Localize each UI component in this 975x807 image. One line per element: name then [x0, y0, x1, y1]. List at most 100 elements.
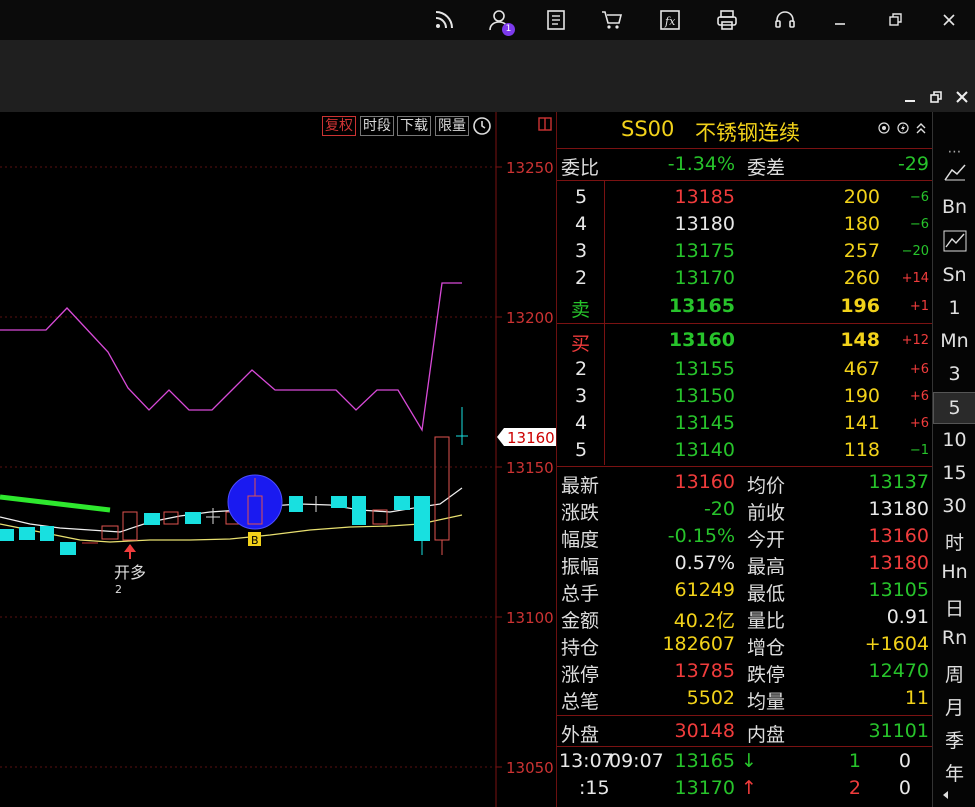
price-tick: 13100 [496, 609, 554, 627]
user-icon[interactable]: 1 [485, 6, 515, 36]
price-tick: 13150 [496, 459, 554, 477]
stat-value: -0.15% [667, 525, 735, 547]
buy-price: 13145 [674, 412, 735, 434]
line-chart-icon[interactable] [943, 162, 967, 182]
stat-label: 前收 [747, 502, 786, 524]
period-month[interactable]: 月 [933, 693, 975, 720]
buy-marker[interactable]: B [248, 532, 261, 547]
kline-chart[interactable]: 复权 时段 下载 限量 13250 13200 13150 13100 1305… [0, 112, 556, 807]
cart-icon[interactable] [598, 6, 626, 34]
period-Bn[interactable]: Bn [933, 196, 975, 218]
sell-change: +1 [909, 299, 929, 314]
stat-label: 涨跌 [561, 502, 600, 524]
period-15[interactable]: 15 [933, 462, 975, 484]
candle [101, 525, 119, 540]
stat-label: 金额 [561, 610, 600, 632]
period-year[interactable]: 年 [933, 759, 975, 786]
period-Mn[interactable]: Mn [933, 330, 975, 352]
stat-label: 均量 [747, 691, 786, 713]
sell-level: 3 [575, 240, 588, 262]
period-10[interactable]: 10 [933, 429, 975, 451]
tick-volume: 2 [848, 777, 861, 799]
tick-price: 13170 [674, 777, 735, 799]
stat-value: 13160 [674, 471, 735, 493]
instrument-name: 不锈钢连续 [695, 121, 800, 145]
buy-volume: 467 [843, 358, 880, 380]
stat-value: 13180 [868, 498, 929, 520]
tick-time: 13:07 [559, 750, 614, 772]
price-tick-label: 13100 [506, 609, 554, 627]
instrument-code: SS00 [621, 117, 675, 141]
quote-panel: SS00 不锈钢连续 委比 -1.34% 委差 -29 5 13185 200 … [556, 112, 933, 807]
period-Rn[interactable]: Rn [933, 627, 975, 649]
buy-price: 13140 [674, 439, 735, 461]
toolbar-area [0, 40, 975, 112]
stat-label: 幅度 [561, 529, 600, 551]
tick-volume: 1 [848, 750, 861, 772]
candle [414, 496, 430, 541]
document-icon[interactable] [542, 6, 570, 34]
stat-value: +1604 [864, 633, 929, 655]
buy-level: 3 [575, 385, 588, 407]
period-hour[interactable]: 时 [933, 528, 975, 555]
period-sidebar: ⋯ Bn Sn 1 Mn 3 5 10 15 30 时 Hn 日 Rn 周 月 … [932, 112, 975, 807]
stat-value: 0.91 [886, 606, 929, 628]
weicha-label: 委差 [747, 157, 786, 179]
sell-change: +14 [901, 271, 929, 286]
collapse-up-icon[interactable] [915, 121, 927, 135]
panel-restore-icon[interactable] [926, 90, 946, 108]
candle [19, 527, 35, 540]
period-30[interactable]: 30 [933, 495, 975, 517]
stat-label: 增仓 [747, 637, 786, 659]
rss-icon[interactable] [430, 6, 458, 34]
sell-level: 2 [575, 267, 588, 289]
open-long-annotation: 开多 2 [114, 544, 146, 596]
neipan-value: 31101 [868, 720, 929, 742]
title-bar: 1 fx [0, 0, 975, 40]
buy-change: −1 [909, 443, 929, 458]
sell-volume: 180 [843, 213, 880, 235]
headset-icon[interactable] [771, 6, 799, 34]
tick-down-arrow-icon: ↓ [741, 750, 757, 772]
tick-up-arrow-icon: ↑ [741, 777, 757, 799]
panel-minimize-icon[interactable] [900, 90, 920, 108]
candle [0, 529, 14, 541]
stat-label: 今开 [747, 529, 786, 551]
scroll-left-icon[interactable] [941, 790, 951, 800]
period-1[interactable]: 1 [933, 297, 975, 319]
buy-change: +6 [909, 362, 929, 377]
period-day[interactable]: 日 [933, 594, 975, 621]
buy-volume: 118 [843, 439, 880, 461]
tick-time-2: :15 [579, 777, 610, 799]
settings-dot-icon[interactable] [878, 122, 890, 134]
area-chart-icon[interactable] [943, 230, 967, 252]
price-tick-label: 13250 [506, 159, 554, 177]
buy-change: +6 [909, 416, 929, 431]
chart-canvas: 13250 13200 13150 13100 13050 13160 B 开多… [0, 112, 556, 807]
period-week[interactable]: 周 [933, 660, 975, 687]
close-icon[interactable] [935, 6, 963, 34]
sell-change: −20 [901, 244, 929, 259]
weibi-label: 委比 [561, 157, 600, 179]
buy-change: +6 [909, 389, 929, 404]
candle [289, 496, 303, 512]
period-5[interactable]: 5 [933, 392, 975, 424]
stat-value: 12470 [868, 660, 929, 682]
panel-close-icon[interactable] [952, 90, 972, 108]
buy-price: 13150 [674, 385, 735, 407]
stat-value: 61249 [674, 579, 735, 601]
flash-icon[interactable] [897, 122, 909, 134]
print-icon[interactable] [713, 6, 741, 34]
sell-price: 13170 [674, 267, 735, 289]
period-3[interactable]: 3 [933, 363, 975, 385]
period-Hn[interactable]: Hn [933, 561, 975, 583]
period-quarter[interactable]: 季 [933, 726, 975, 753]
stat-value: 13105 [868, 579, 929, 601]
restore-icon[interactable] [881, 6, 909, 34]
formula-icon[interactable]: fx [656, 6, 684, 34]
minimize-icon[interactable] [826, 6, 854, 34]
stat-value: 13137 [868, 471, 929, 493]
magenta-indicator-line [0, 282, 462, 432]
period-Sn[interactable]: Sn [933, 264, 975, 286]
user-badge: 1 [502, 23, 515, 36]
